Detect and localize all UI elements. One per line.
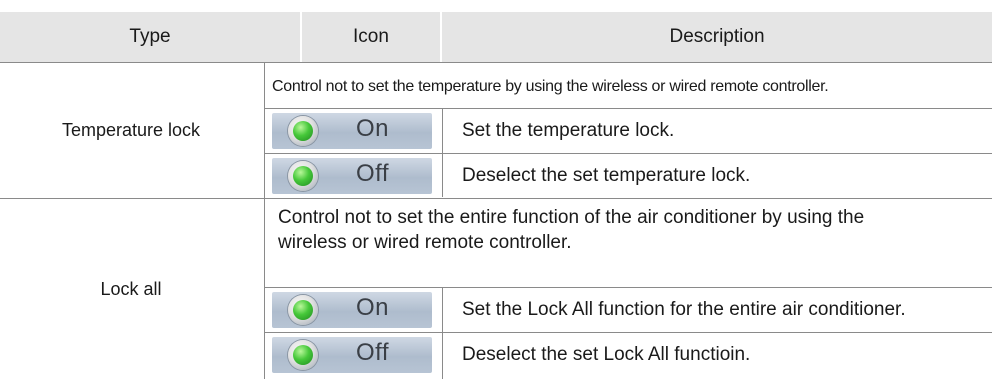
green-indicator-icon — [288, 161, 318, 191]
icon-cell: On — [266, 109, 442, 153]
lock-all-off-description: Deselect the set Lock All functioin. — [462, 344, 751, 365]
indicator-state-label: On — [356, 115, 390, 142]
lock-all-summary-line-2: wireless or wired remote controller. — [278, 232, 572, 253]
off-indicator: Off — [272, 158, 432, 194]
indicator-state-label: Off — [356, 160, 390, 187]
icon-cell: Off — [266, 154, 442, 197]
indicator-state-label: On — [356, 294, 390, 321]
header-description: Description — [442, 12, 992, 62]
header-icon: Icon — [302, 12, 440, 62]
type-temperature-lock: Temperature lock — [61, 119, 201, 140]
green-indicator-icon — [288, 340, 318, 370]
green-indicator-icon — [288, 116, 318, 146]
lock-all-on-description: Set the Lock All function for the entire… — [462, 299, 906, 320]
type-lock-all: Lock all — [100, 278, 162, 299]
green-indicator-icon — [288, 295, 318, 325]
lock-function-table: Type Icon Description Temperature lock C… — [0, 0, 992, 379]
on-indicator: On — [272, 113, 432, 149]
temperature-lock-summary: Control not to set the temperature by us… — [272, 78, 829, 95]
off-indicator: Off — [272, 337, 432, 373]
header-type: Type — [0, 12, 300, 62]
column-divider — [442, 288, 443, 379]
temperature-lock-on-description: Set the temperature lock. — [462, 120, 675, 141]
lock-all-summary-line-1: Control not to set the entire function o… — [278, 207, 865, 228]
on-indicator: On — [272, 292, 432, 328]
icon-cell: Off — [266, 333, 442, 379]
temperature-lock-off-description: Deselect the set temperature lock. — [462, 164, 751, 186]
indicator-state-label: Off — [356, 339, 390, 366]
icon-cell: On — [266, 288, 442, 332]
